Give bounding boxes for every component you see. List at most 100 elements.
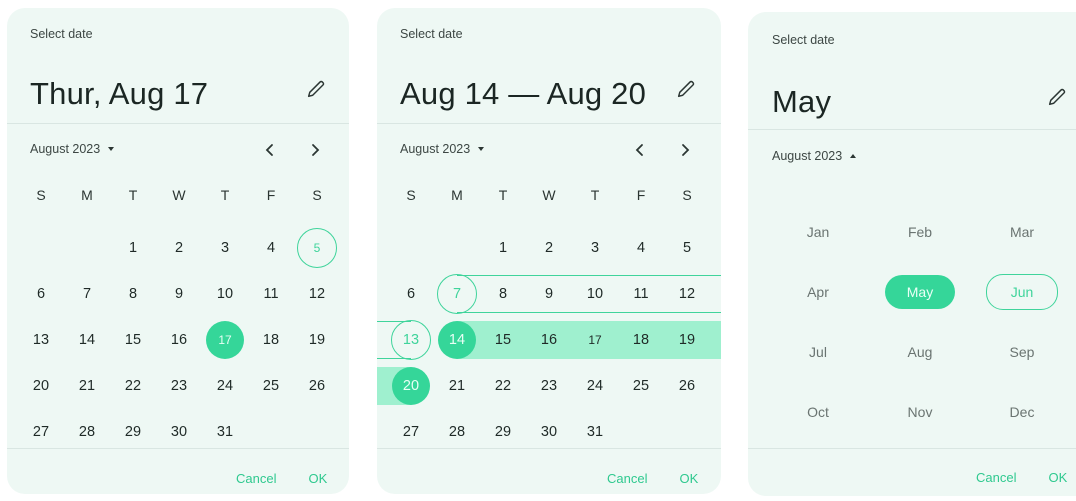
day-cell[interactable]: 15	[110, 317, 156, 363]
month-cell[interactable]: Oct	[767, 382, 869, 442]
month-year-dropdown[interactable]: August 2023	[400, 142, 485, 156]
day-cell[interactable]: 22	[110, 363, 156, 409]
day-number: 24	[586, 378, 604, 394]
day-cell[interactable]: 2	[526, 225, 572, 271]
day-cell[interactable]: 20	[18, 363, 64, 409]
day-cell[interactable]: 18	[248, 317, 294, 363]
day-cell[interactable]: 8	[480, 271, 526, 317]
day-cell[interactable]: 12	[294, 271, 340, 317]
day-cell[interactable]: 21	[64, 363, 110, 409]
month-cell[interactable]: Sep	[971, 322, 1073, 382]
day-cell[interactable]: 24	[202, 363, 248, 409]
day-cell[interactable]: 10	[572, 271, 618, 317]
day-cell[interactable]: 15	[480, 317, 526, 363]
day-cell[interactable]: 1	[110, 225, 156, 271]
day-cell[interactable]: 25	[618, 363, 664, 409]
cancel-button[interactable]: Cancel	[976, 470, 1016, 485]
ok-button[interactable]: OK	[308, 471, 327, 486]
day-cell[interactable]: 26	[294, 363, 340, 409]
day-cell[interactable]: 11	[248, 271, 294, 317]
day-cell[interactable]: 24	[572, 363, 618, 409]
caret-down-icon	[108, 147, 115, 151]
prev-month-button[interactable]	[628, 138, 652, 162]
cancel-button[interactable]: Cancel	[236, 471, 276, 486]
day-cell[interactable]: 12	[664, 271, 710, 317]
day-cell[interactable]: 16	[526, 317, 572, 363]
next-month-button[interactable]	[673, 138, 697, 162]
month-cell[interactable]: Dec	[971, 382, 1073, 442]
day-cell[interactable]: 13	[388, 317, 434, 363]
day-cell[interactable]: 5	[294, 225, 340, 271]
month-cell[interactable]: Jun	[971, 262, 1073, 322]
day-cell[interactable]: 14	[64, 317, 110, 363]
day-cell[interactable]: 11	[618, 271, 664, 317]
calendar-grid: S M T W T F S 1 2 3 4 5 6 7 8 9 10 11 12 13 14 15 16 17 18 19 20 21…	[18, 186, 340, 455]
month-label: May	[906, 284, 934, 300]
month-cell[interactable]: Aug	[869, 322, 971, 382]
day-cell[interactable]: 17	[572, 317, 618, 363]
day-cell[interactable]: 9	[156, 271, 202, 317]
day-cell[interactable]: 20	[388, 363, 434, 409]
day-cell[interactable]: 17	[202, 317, 248, 363]
month-cell[interactable]: Mar	[971, 202, 1073, 262]
month-label: Mar	[1009, 224, 1035, 240]
day-number: 31	[586, 424, 604, 440]
month-cell[interactable]: Jan	[767, 202, 869, 262]
month-year-dropdown[interactable]: August 2023	[772, 149, 857, 163]
ok-button[interactable]: OK	[1048, 470, 1067, 485]
day-cell[interactable]: 14	[434, 317, 480, 363]
day-cell[interactable]: 23	[526, 363, 572, 409]
day-cell[interactable]: 3	[572, 225, 618, 271]
day-cell[interactable]: 6	[388, 271, 434, 317]
day-cell[interactable]: 23	[156, 363, 202, 409]
pencil-icon[interactable]	[305, 78, 327, 100]
month-cell[interactable]: Apr	[767, 262, 869, 322]
header-divider	[7, 123, 349, 124]
day-number: 12	[678, 286, 696, 302]
calendar-week-row: 20 21 22 23 24 25 26	[18, 363, 340, 409]
day-cell[interactable]: 26	[664, 363, 710, 409]
pencil-icon[interactable]	[675, 78, 697, 100]
day-cell[interactable]: 4	[248, 225, 294, 271]
day-cell[interactable]: 4	[618, 225, 664, 271]
footer-divider	[377, 448, 721, 449]
day-cell[interactable]: 5	[664, 225, 710, 271]
month-year-dropdown[interactable]: August 2023	[30, 142, 115, 156]
empty-day-cell	[18, 225, 64, 271]
next-month-button[interactable]	[303, 138, 327, 162]
month-cell[interactable]: Nov	[869, 382, 971, 442]
day-cell[interactable]: 19	[664, 317, 710, 363]
day-cell[interactable]: 13	[18, 317, 64, 363]
month-cell[interactable]: May	[869, 262, 971, 322]
day-cell[interactable]: 18	[618, 317, 664, 363]
day-cell[interactable]: 1	[480, 225, 526, 271]
month-label: Apr	[807, 284, 829, 300]
day-cell[interactable]: 9	[526, 271, 572, 317]
day-cell[interactable]: 2	[156, 225, 202, 271]
day-cell[interactable]: 8	[110, 271, 156, 317]
month-cell[interactable]: Jul	[767, 322, 869, 382]
month-cell[interactable]: Feb	[869, 202, 971, 262]
day-number: 23	[170, 378, 188, 394]
pencil-icon[interactable]	[1046, 86, 1068, 108]
ok-button[interactable]: OK	[679, 471, 698, 486]
day-cell[interactable]: 22	[480, 363, 526, 409]
day-cell[interactable]: 21	[434, 363, 480, 409]
prev-month-button[interactable]	[258, 138, 282, 162]
day-cell[interactable]: 7	[434, 271, 480, 317]
day-cell[interactable]: 3	[202, 225, 248, 271]
chevron-right-icon	[682, 144, 690, 156]
chevron-left-icon	[265, 144, 273, 156]
weekday-label: T	[128, 187, 138, 203]
day-number: 30	[170, 424, 188, 440]
day-cell[interactable]: 6	[18, 271, 64, 317]
day-cell[interactable]: 7	[64, 271, 110, 317]
day-cell[interactable]: 19	[294, 317, 340, 363]
day-number: 26	[308, 378, 326, 394]
day-number: 13	[402, 332, 420, 348]
day-cell[interactable]: 16	[156, 317, 202, 363]
day-cell[interactable]: 10	[202, 271, 248, 317]
day-number: 10	[216, 286, 234, 302]
cancel-button[interactable]: Cancel	[607, 471, 647, 486]
day-cell[interactable]: 25	[248, 363, 294, 409]
